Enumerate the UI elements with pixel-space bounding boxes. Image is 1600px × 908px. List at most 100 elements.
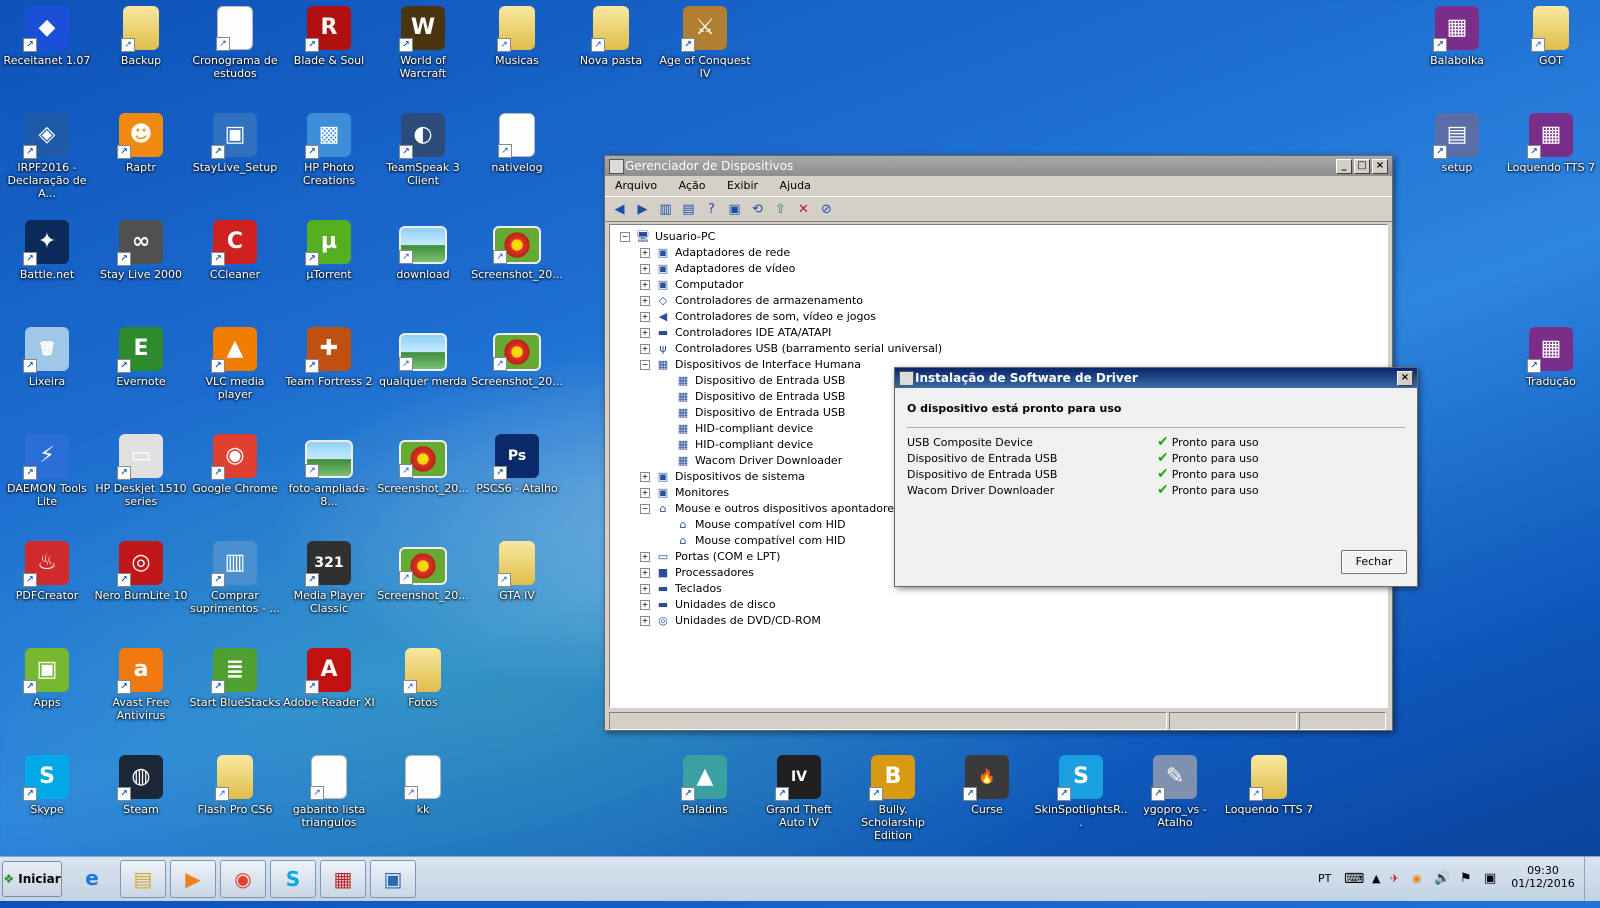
desktop-icon-media-player-classic[interactable]: 321 ↗ Media Player Classic: [282, 535, 376, 615]
desktop-icon-fotos[interactable]: ↗ Fotos: [376, 642, 470, 709]
expand-icon[interactable]: +: [640, 616, 650, 626]
tree-category[interactable]: + ▬ Unidades de disco: [640, 597, 776, 613]
desktop-icon-nativelog[interactable]: ↗ nativelog: [470, 107, 564, 174]
desktop-icon-screenshot-20[interactable]: ↗ Screenshot_20...: [376, 428, 470, 495]
scan-hardware-icon[interactable]: ⟲: [749, 201, 766, 218]
tree-category[interactable]: + ▬ Teclados: [640, 581, 722, 597]
tree-category[interactable]: + ■ Processadores: [640, 565, 754, 581]
desktop-icon-irpf2016-declaracao-de-a[interactable]: ◈ ↗ IRPF2016 - Declaração de A...: [0, 107, 94, 200]
desktop-icon-battle-net[interactable]: ✦ ↗ Battle.net: [0, 214, 94, 281]
help-icon[interactable]: ?: [703, 201, 720, 218]
desktop-icon-pscs6-atalho[interactable]: Ps ↗ PSCS6 - Atalho: [470, 428, 564, 495]
desktop-icon-kk[interactable]: ↗ kk: [376, 749, 470, 816]
taskbar-ie-button[interactable]: e: [70, 860, 114, 896]
keyboard-icon[interactable]: ⌨: [1344, 857, 1364, 901]
tree-category[interactable]: + ψ Controladores USB (barramento serial u…: [640, 341, 942, 357]
disable-icon[interactable]: ⊘: [818, 201, 835, 218]
desktop-icon-daemon-tools-lite[interactable]: ⚡ ↗ DAEMON Tools Lite: [0, 428, 94, 508]
expand-icon[interactable]: +: [640, 584, 650, 594]
start-button[interactable]: ❖ Iniciar: [2, 861, 62, 897]
desktop-icon-pdfcreator[interactable]: ♨ ↗ PDFCreator: [0, 535, 94, 602]
avast-tray-icon[interactable]: ◉: [1412, 857, 1422, 901]
taskbar-explorer-button[interactable]: ▤: [120, 860, 166, 898]
desktop-icon-screenshot-20[interactable]: ↗ Screenshot_20...: [376, 535, 470, 602]
desktop-icon-gabarito-lista-triangulos[interactable]: ↗ gabarito lista triangulos: [282, 749, 376, 829]
desktop-icon-balabolka[interactable]: ▦ ↗ Balabolka: [1410, 0, 1504, 67]
expand-icon[interactable]: +: [640, 552, 650, 562]
desktop-icon-foto-ampliada-8[interactable]: ↗ foto-ampliada-8...: [282, 428, 376, 508]
tray-app-icon[interactable]: ✈: [1390, 857, 1399, 901]
desktop-icon-evernote[interactable]: E ↗ Evernote: [94, 321, 188, 388]
properties-icon[interactable]: ▤: [680, 201, 697, 218]
desktop-icon-download[interactable]: ↗ download: [376, 214, 470, 281]
back-icon[interactable]: ◀: [611, 201, 628, 218]
tree-category[interactable]: + ▬ Controladores IDE ATA/ATAPI: [640, 325, 831, 341]
tree-category[interactable]: + ▣ Monitores: [640, 485, 729, 501]
tree-root[interactable]: − 🖥 Usuario-PC: [620, 229, 715, 245]
desktop-icon-skinspotlightsr[interactable]: S ↗ SkinSpotlightsR...: [1034, 749, 1128, 829]
console-tree-icon[interactable]: ▥: [657, 201, 674, 218]
tree-category[interactable]: + ▣ Computador: [640, 277, 743, 293]
tree-device[interactable]: ▦ Dispositivo de Entrada USB: [676, 405, 846, 421]
tree-category[interactable]: + ◎ Unidades de DVD/CD-ROM: [640, 613, 821, 629]
desktop-icon-google-chrome[interactable]: ◉ ↗ Google Chrome: [188, 428, 282, 495]
desktop-icon-skype[interactable]: S ↗ Skype: [0, 749, 94, 816]
desktop-icon-traducao[interactable]: ▦ ↗ Tradução: [1504, 321, 1598, 388]
expand-icon[interactable]: +: [640, 264, 650, 274]
taskbar-device-manager-button[interactable]: ▣: [370, 860, 416, 898]
desktop-icon-ccleaner[interactable]: C ↗ CCleaner: [188, 214, 282, 281]
collapse-icon[interactable]: −: [620, 232, 630, 242]
desktop-icon-teamspeak-3-client[interactable]: ◐ ↗ TeamSpeak 3 Client: [376, 107, 470, 187]
desktop-icon-setup[interactable]: ▤ ↗ setup: [1410, 107, 1504, 174]
desktop-icon-gta-iv[interactable]: ↗ GTA IV: [470, 535, 564, 602]
desktop-icon-adobe-reader-xi[interactable]: A ↗ Adobe Reader XI: [282, 642, 376, 709]
expand-icon[interactable]: +: [640, 280, 650, 290]
tree-device[interactable]: ⌂ Mouse compatível com HID: [676, 517, 846, 533]
desktop-icon-backup[interactable]: ↗ Backup: [94, 0, 188, 67]
fechar-button[interactable]: Fechar: [1341, 550, 1407, 574]
expand-icon[interactable]: +: [640, 344, 650, 354]
desktop-icon-comprar-suprimentos[interactable]: ▥ ↗ Comprar suprimentos - ...: [188, 535, 282, 615]
network-icon[interactable]: ▣: [1484, 857, 1496, 901]
expand-icon[interactable]: +: [640, 296, 650, 306]
close-button[interactable]: ×: [1372, 159, 1388, 174]
collapse-icon[interactable]: −: [640, 504, 650, 514]
menu-acao[interactable]: Ação: [679, 179, 706, 192]
desktop-icon-got[interactable]: ↗ GOT: [1504, 0, 1598, 67]
clock[interactable]: 09:30 01/12/2016: [1508, 857, 1578, 908]
menu-arquivo[interactable]: Arquivo: [615, 179, 657, 192]
view-icon[interactable]: ▣: [726, 201, 743, 218]
desktop-icon-loquendo-tts-7[interactable]: ↗ Loquendo TTS 7: [1222, 749, 1316, 816]
tree-device[interactable]: ▦ Wacom Driver Downloader: [676, 453, 842, 469]
language-indicator[interactable]: PT: [1318, 857, 1331, 901]
desktop-icon-musicas[interactable]: ↗ Musicas: [470, 0, 564, 67]
device-manager-titlebar[interactable]: Gerenciador de Dispositivos _ □ ×: [605, 156, 1392, 176]
tree-category[interactable]: + ◀ Controladores de som, vídeo e jogos: [640, 309, 876, 325]
desktop-icon-loquendo-tts-7[interactable]: ▦ ↗ Loquendo TTS 7: [1504, 107, 1598, 174]
tree-device[interactable]: ▦ Dispositivo de Entrada USB: [676, 389, 846, 405]
tree-category[interactable]: − ⌂ Mouse e outros dispositivos apontadore…: [640, 501, 900, 517]
taskbar-media-player-button[interactable]: ▶: [170, 860, 216, 898]
expand-icon[interactable]: +: [640, 328, 650, 338]
desktop-icon-flash-pro-cs6[interactable]: ↗ Flash Pro CS6: [188, 749, 282, 816]
desktop-icon-avast-free-antivirus[interactable]: a ↗ Avast Free Antivirus: [94, 642, 188, 722]
minimize-button[interactable]: _: [1336, 159, 1352, 174]
desktop-icon-start-bluestacks[interactable]: ≣ ↗ Start BlueStacks: [188, 642, 282, 709]
desktop-icon-staylive-setup[interactable]: ▣ ↗ StayLive_Setup: [188, 107, 282, 174]
forward-icon[interactable]: ▶: [634, 201, 651, 218]
driver-dialog-titlebar[interactable]: Instalação de Software de Driver ×: [895, 368, 1417, 388]
expand-icon[interactable]: +: [640, 472, 650, 482]
taskbar-toolbox-button[interactable]: ▦: [320, 860, 366, 898]
desktop-icon-curse[interactable]: 🔥 ↗ Curse: [940, 749, 1034, 816]
desktop-icon-vlc-media-player[interactable]: ▲ ↗ VLC media player: [188, 321, 282, 401]
desktop-icon-screenshot-20[interactable]: ↗ Screenshot_20...: [470, 321, 564, 388]
tree-category[interactable]: + ▭ Portas (COM e LPT): [640, 549, 780, 565]
tree-category[interactable]: − ▦ Dispositivos de Interface Humana: [640, 357, 861, 373]
desktop-icon-blade-soul[interactable]: R ↗ Blade & Soul: [282, 0, 376, 67]
uninstall-icon[interactable]: ✕: [795, 201, 812, 218]
tree-device[interactable]: ▦ HID-compliant device: [676, 421, 813, 437]
menu-ajuda[interactable]: Ajuda: [780, 179, 811, 192]
desktop-icon-nova-pasta[interactable]: ↗ Nova pasta: [564, 0, 658, 67]
desktop-icon-qualquer-merda[interactable]: ↗ qualquer merda: [376, 321, 470, 388]
show-hidden-icons-icon[interactable]: ▲: [1372, 857, 1380, 901]
